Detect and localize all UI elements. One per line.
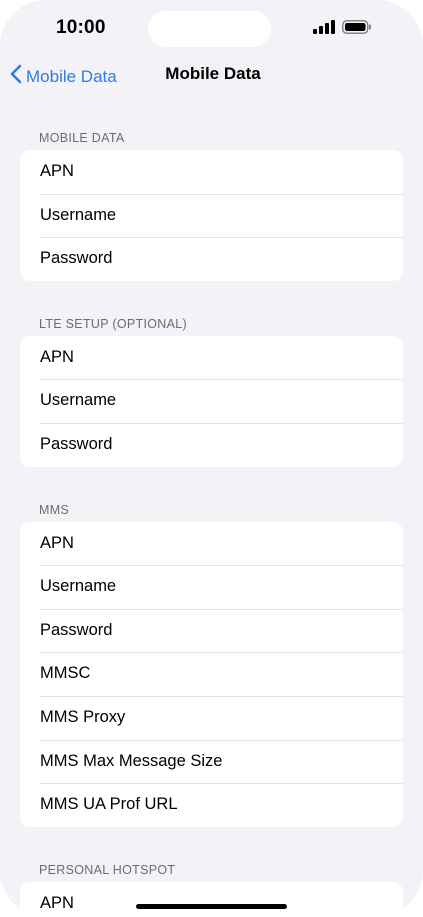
apn-field[interactable]: APN — [20, 150, 403, 194]
mms-proxy-field[interactable]: MMS Proxy — [20, 695, 403, 740]
mms-password-field[interactable]: Password — [20, 608, 403, 653]
section-lte-setup: LTE SETUP (OPTIONAL) APN Username Passwo… — [0, 314, 423, 467]
settings-group: APN Username Password — [20, 335, 403, 467]
section-header: MMS — [39, 502, 70, 517]
mms-max-message-size-field[interactable]: MMS Max Message Size — [20, 739, 403, 784]
mms-ua-prof-url-field[interactable]: MMS UA Prof URL — [20, 783, 403, 827]
settings-group: APN Username Password MMSC MMS Proxy MMS… — [20, 521, 403, 827]
home-indicator[interactable] — [136, 904, 287, 909]
phone-screen: 10:00 Mobile Data Mobile Data MOBILE DAT… — [0, 0, 423, 917]
settings-list[interactable]: MOBILE DATA APN Username Password LTE SE… — [0, 96, 423, 917]
mms-apn-field[interactable]: APN — [20, 522, 403, 566]
page-title: Mobile Data — [165, 64, 261, 83]
signal-icon — [313, 20, 335, 39]
section-header: PERSONAL HOTSPOT — [39, 862, 176, 877]
navigation-bar: Mobile Data Mobile Data — [0, 56, 423, 96]
hotspot-apn-field[interactable]: APN — [20, 882, 403, 917]
lte-username-field[interactable]: Username — [20, 379, 403, 423]
battery-icon — [342, 20, 372, 39]
username-field[interactable]: Username — [20, 193, 403, 238]
status-time: 10:00 — [56, 17, 106, 38]
mms-username-field[interactable]: Username — [20, 565, 403, 609]
dynamic-island — [148, 11, 271, 47]
password-field[interactable]: Password — [20, 237, 403, 281]
section-header: LTE SETUP (OPTIONAL) — [39, 316, 187, 331]
section-mms: MMS APN Username Password MMSC MMS Proxy… — [0, 500, 423, 827]
status-bar: 10:00 — [0, 0, 423, 56]
settings-group: APN Username Password — [20, 150, 403, 281]
lte-apn-field[interactable]: APN — [20, 336, 403, 380]
lte-password-field[interactable]: Password — [20, 422, 403, 467]
settings-group: APN — [20, 881, 403, 917]
mmsc-field[interactable]: MMSC — [20, 652, 403, 696]
section-header: MOBILE DATA — [39, 131, 125, 145]
section-mobile-data: MOBILE DATA APN Username Password — [0, 128, 423, 281]
